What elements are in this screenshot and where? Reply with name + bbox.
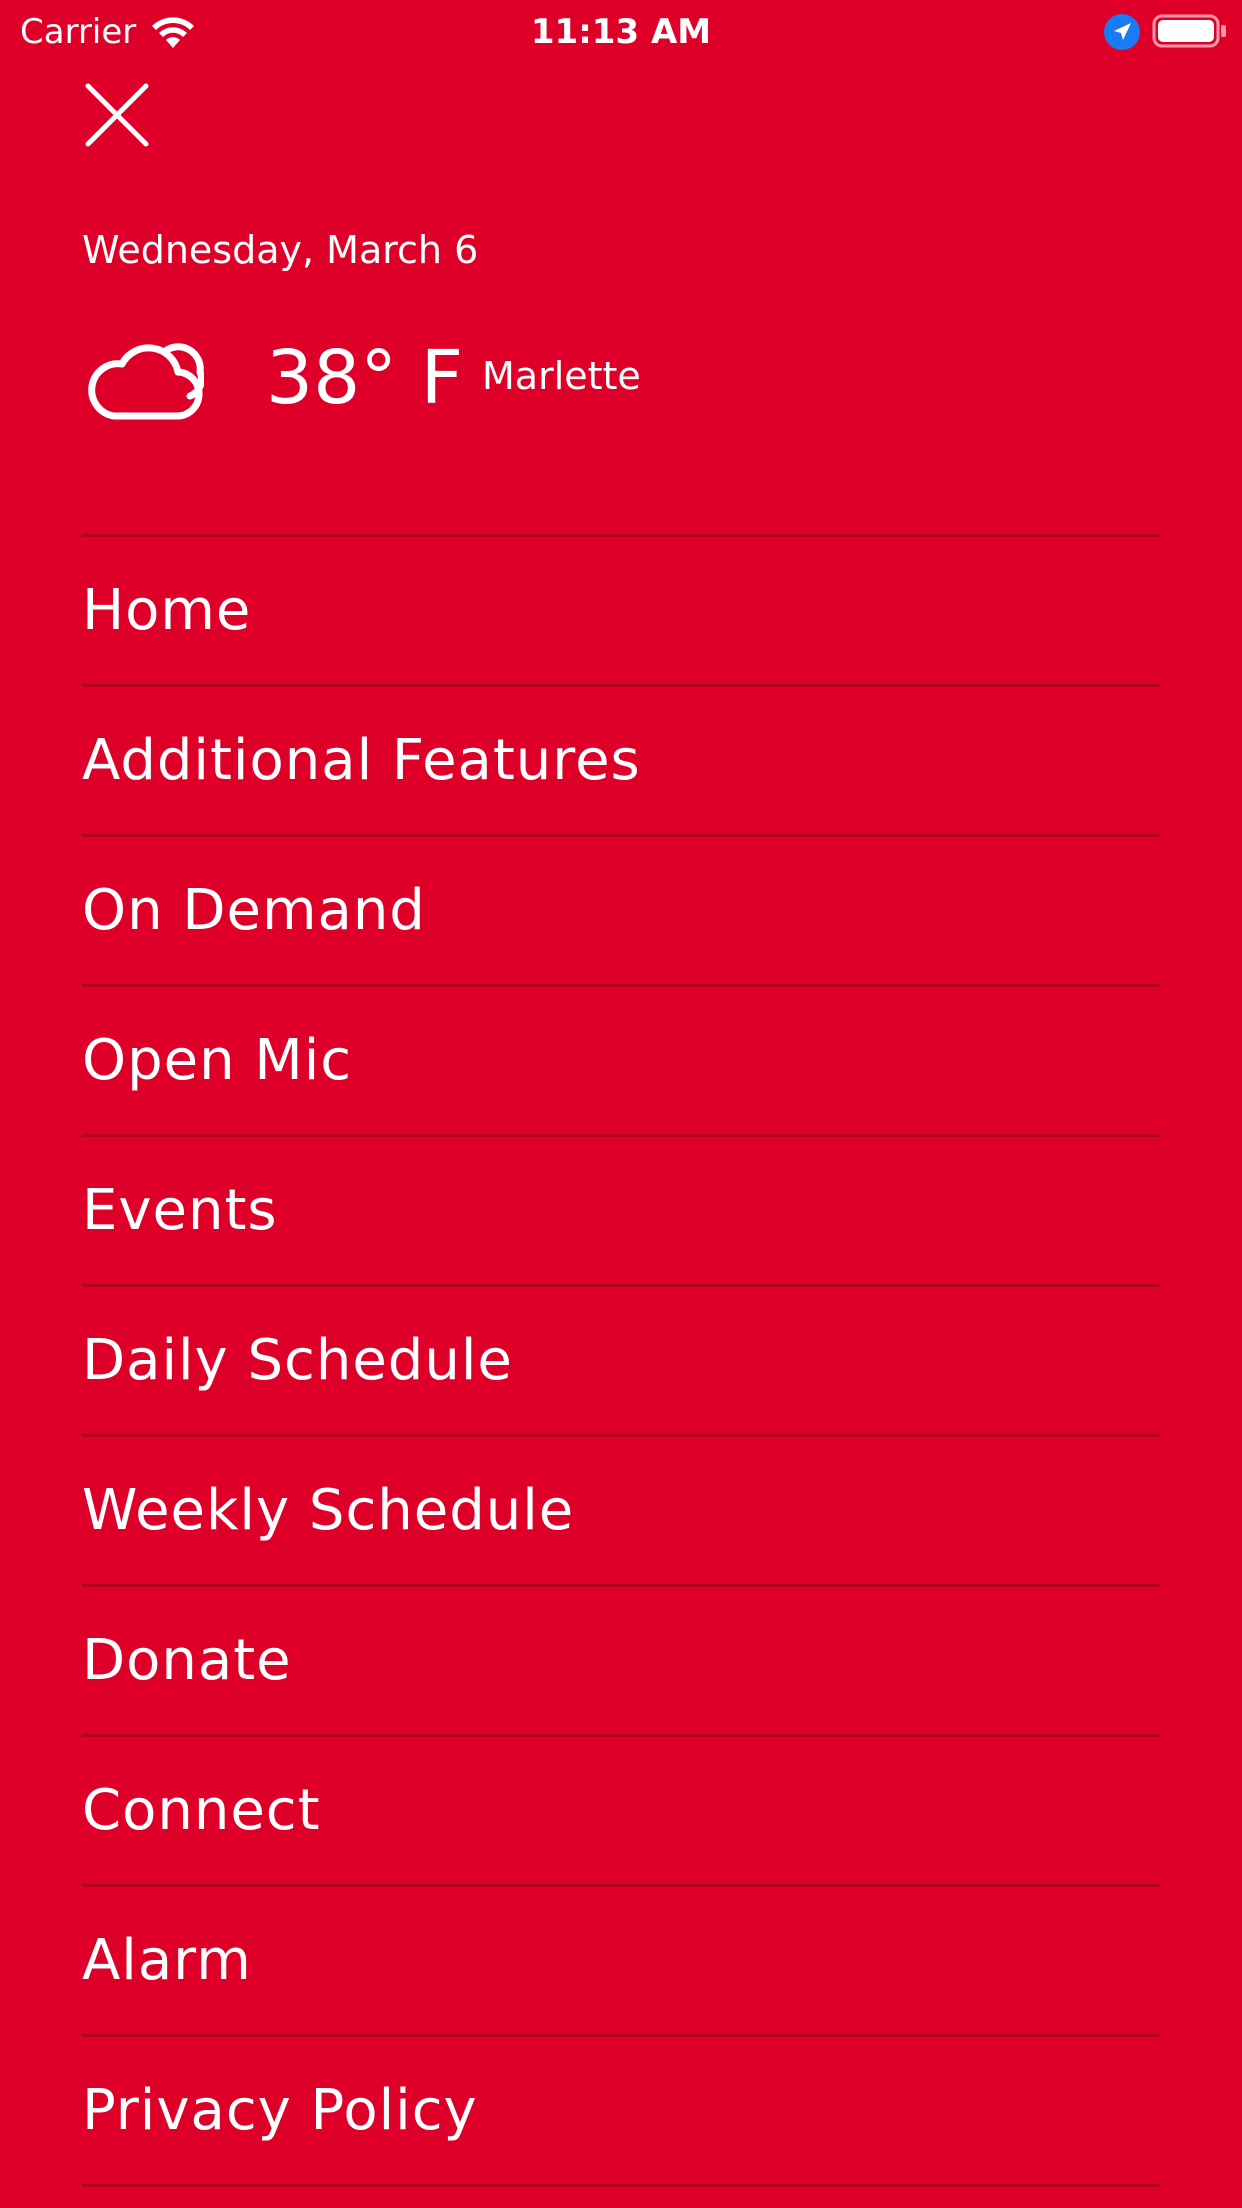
close-icon[interactable] [80, 78, 154, 152]
menu-item-open-mic[interactable]: Open Mic [82, 987, 1160, 1137]
weather-location: Marlette [482, 354, 641, 398]
menu-item-label: Daily Schedule [82, 1328, 513, 1393]
status-time: 11:13 AM [530, 12, 712, 52]
location-arrow-icon [1104, 14, 1140, 50]
menu-item-privacy-policy[interactable]: Privacy Policy [82, 2037, 1160, 2187]
menu-item-daily-schedule[interactable]: Daily Schedule [82, 1287, 1160, 1437]
menu-item-label: Connect [82, 1778, 321, 1843]
menu-item-events[interactable]: Events [82, 1137, 1160, 1287]
navigation-menu: Home Additional Features On Demand Open … [82, 534, 1160, 2187]
menu-item-alarm[interactable]: Alarm [82, 1887, 1160, 2037]
menu-item-label: On Demand [82, 878, 426, 943]
menu-item-home[interactable]: Home [82, 537, 1160, 687]
menu-item-label: Open Mic [82, 1028, 353, 1093]
menu-item-label: Weekly Schedule [82, 1478, 575, 1543]
temperature: 38° F [266, 335, 464, 421]
menu-item-label: Alarm [82, 1928, 252, 1993]
menu-item-donate[interactable]: Donate [82, 1587, 1160, 1737]
menu-item-connect[interactable]: Connect [82, 1737, 1160, 1887]
menu-item-label: Events [82, 1178, 278, 1243]
cloudy-icon [88, 343, 204, 420]
battery-icon [1152, 14, 1226, 48]
menu-item-on-demand[interactable]: On Demand [82, 837, 1160, 987]
current-date: Wednesday, March 6 [82, 228, 479, 272]
menu-item-additional-features[interactable]: Additional Features [82, 687, 1160, 837]
menu-item-label: Donate [82, 1628, 292, 1693]
menu-item-label: Home [82, 578, 252, 643]
menu-item-weekly-schedule[interactable]: Weekly Schedule [82, 1437, 1160, 1587]
status-bar: Carrier 11:13 AM [0, 0, 1242, 62]
menu-item-label: Privacy Policy [82, 2078, 478, 2143]
menu-item-label: Additional Features [82, 728, 641, 793]
